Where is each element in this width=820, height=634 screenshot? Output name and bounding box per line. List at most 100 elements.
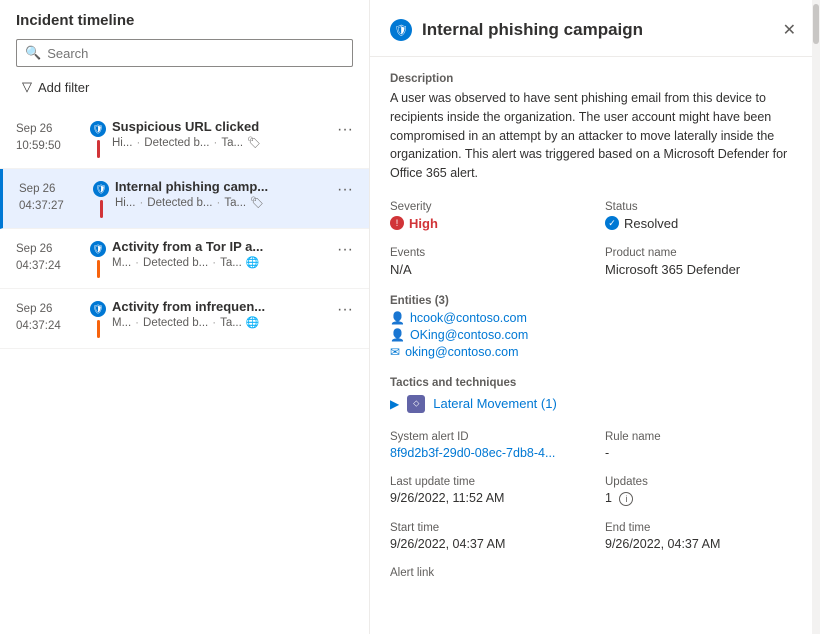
tag-icon: 🏷 — [250, 196, 264, 209]
item-actions: ··· — [333, 239, 357, 278]
meta-dot: · — [212, 257, 216, 269]
tactics-section: Tactics and techniques ▶ ⬦ Lateral Movem… — [390, 377, 800, 413]
user-icon: 👤 — [390, 311, 405, 325]
entities-section: Entities (3) 👤 hcook@contoso.com 👤 OKing… — [390, 295, 800, 359]
timeline-item[interactable]: Sep 26 04:37:24 🛡 Activity from a Tor IP… — [0, 229, 369, 289]
scrollbar-thumb — [813, 4, 819, 44]
alert-meta-grid: System alert ID 8f9d2b3f-29d0-08ec-7db8-… — [390, 431, 800, 582]
severity-icon: ! — [390, 216, 404, 230]
entity-value-2: oking@contoso.com — [405, 345, 518, 359]
tag-icon: 🌐 — [246, 256, 260, 269]
status-label: Status — [605, 201, 800, 213]
search-input[interactable] — [47, 46, 344, 61]
last-update-label: Last update time — [390, 476, 585, 488]
entity-link-0[interactable]: 👤 hcook@contoso.com — [390, 311, 800, 325]
start-time-value: 9/26/2022, 04:37 AM — [390, 537, 585, 551]
meta-grid: Severity ! High Status ✓ Resolved Events… — [390, 201, 800, 277]
detail-title: Internal phishing campaign — [422, 20, 643, 40]
timeline-item[interactable]: Sep 26 04:37:24 🛡 Activity from infreque… — [0, 289, 369, 349]
detail-panel: 🛡 Internal phishing campaign ✕ Descripti… — [370, 0, 820, 634]
entities-label: Entities (3) — [390, 295, 800, 307]
tactics-item[interactable]: ▶ ⬦ Lateral Movement (1) — [390, 395, 800, 413]
more-button[interactable]: ··· — [333, 181, 357, 199]
meta-dot: · — [214, 137, 218, 149]
entity-link-1[interactable]: 👤 OKing@contoso.com — [390, 328, 800, 342]
item-title: Activity from a Tor IP a... — [112, 239, 312, 254]
icon-col: 🛡 — [90, 239, 106, 278]
close-button[interactable]: ✕ — [779, 16, 800, 44]
item-content: Activity from a Tor IP a... M... · Detec… — [112, 239, 333, 278]
meta-dot: · — [139, 197, 143, 209]
end-time-value: 9/26/2022, 04:37 AM — [605, 537, 800, 551]
resolved-icon: ✓ — [605, 216, 619, 230]
detail-header: 🛡 Internal phishing campaign ✕ — [370, 0, 820, 57]
product-value: Microsoft 365 Defender — [605, 262, 800, 277]
description-text: A user was observed to have sent phishin… — [390, 89, 800, 183]
timeline-item[interactable]: Sep 26 10:59:50 🛡 Suspicious URL clicked… — [0, 109, 369, 169]
meta2: Detected b... — [143, 317, 208, 329]
rule-name-cell: Rule name - — [605, 431, 800, 460]
time-col: Sep 26 04:37:24 — [16, 299, 84, 338]
meta1: M... — [112, 257, 131, 269]
product-label: Product name — [605, 247, 800, 259]
severity-bar — [97, 320, 100, 338]
item-meta: Hi... · Detected b... · Ta... 🏷 — [112, 136, 333, 149]
meta-dot: · — [135, 317, 139, 329]
timeline-list: Sep 26 10:59:50 🛡 Suspicious URL clicked… — [0, 109, 369, 634]
more-button[interactable]: ··· — [333, 301, 357, 319]
time-col: Sep 26 04:37:27 — [19, 179, 87, 218]
end-time-cell: End time 9/26/2022, 04:37 AM — [605, 522, 800, 551]
updates-cell: Updates 1 i — [605, 476, 800, 506]
entity-link-2[interactable]: ✉ oking@contoso.com — [390, 345, 800, 359]
meta-dot: · — [135, 257, 139, 269]
last-update-cell: Last update time 9/26/2022, 11:52 AM — [390, 476, 585, 506]
info-icon: i — [619, 492, 633, 506]
tactics-icon: ⬦ — [407, 395, 425, 413]
events-cell: Events N/A — [390, 247, 585, 277]
detail-title-icon: 🛡 — [390, 19, 412, 41]
search-box[interactable]: 🔍 — [16, 39, 353, 67]
item-date: Sep 26 — [19, 181, 87, 198]
scrollbar[interactable] — [812, 0, 820, 634]
search-icon: 🔍 — [25, 45, 41, 61]
system-alert-id-label: System alert ID — [390, 431, 585, 443]
tactics-text: Lateral Movement (1) — [433, 396, 557, 411]
panel-title: Incident timeline — [0, 12, 369, 39]
system-alert-id-value[interactable]: 8f9d2b3f-29d0-08ec-7db8-4... — [390, 446, 585, 460]
item-title: Activity from infrequen... — [112, 299, 312, 314]
severity-value: ! High — [390, 216, 585, 231]
item-meta: M... · Detected b... · Ta... 🌐 — [112, 256, 333, 269]
item-date: Sep 26 — [16, 121, 84, 138]
item-time: 04:37:27 — [19, 198, 87, 215]
add-filter-button[interactable]: ▽ Add filter — [16, 75, 95, 99]
more-button[interactable]: ··· — [333, 121, 357, 139]
more-button[interactable]: ··· — [333, 241, 357, 259]
alert-link-cell: Alert link — [390, 567, 585, 582]
item-actions: ··· — [333, 299, 357, 338]
events-value: N/A — [390, 262, 585, 277]
severity-bar — [100, 200, 103, 218]
item-date: Sep 26 — [16, 241, 84, 258]
meta1: M... — [112, 317, 131, 329]
rule-name-label: Rule name — [605, 431, 800, 443]
item-content: Activity from infrequen... M... · Detect… — [112, 299, 333, 338]
item-meta: Hi... · Detected b... · Ta... 🏷 — [115, 196, 333, 209]
filter-icon: ▽ — [22, 79, 32, 95]
meta-dot: · — [217, 197, 221, 209]
entity-value-0: hcook@contoso.com — [410, 311, 527, 325]
updates-count: 1 — [605, 491, 612, 505]
rule-name-value: - — [605, 446, 800, 460]
time-col: Sep 26 04:37:24 — [16, 239, 84, 278]
incident-timeline-panel: Incident timeline 🔍 ▽ Add filter Sep 26 … — [0, 0, 370, 634]
start-time-label: Start time — [390, 522, 585, 534]
tag-icon: 🏷 — [247, 136, 261, 149]
system-alert-id-cell: System alert ID 8f9d2b3f-29d0-08ec-7db8-… — [390, 431, 585, 460]
chevron-right-icon: ▶ — [390, 397, 399, 411]
item-time: 04:37:24 — [16, 318, 84, 335]
timeline-item[interactable]: Sep 26 04:37:27 🛡 Internal phishing camp… — [0, 169, 369, 229]
updates-value: 1 i — [605, 491, 800, 506]
item-actions: ··· — [333, 179, 357, 218]
meta2: Detected b... — [143, 257, 208, 269]
shield-icon: 🛡 — [90, 121, 106, 137]
shield-icon: 🛡 — [93, 181, 109, 197]
